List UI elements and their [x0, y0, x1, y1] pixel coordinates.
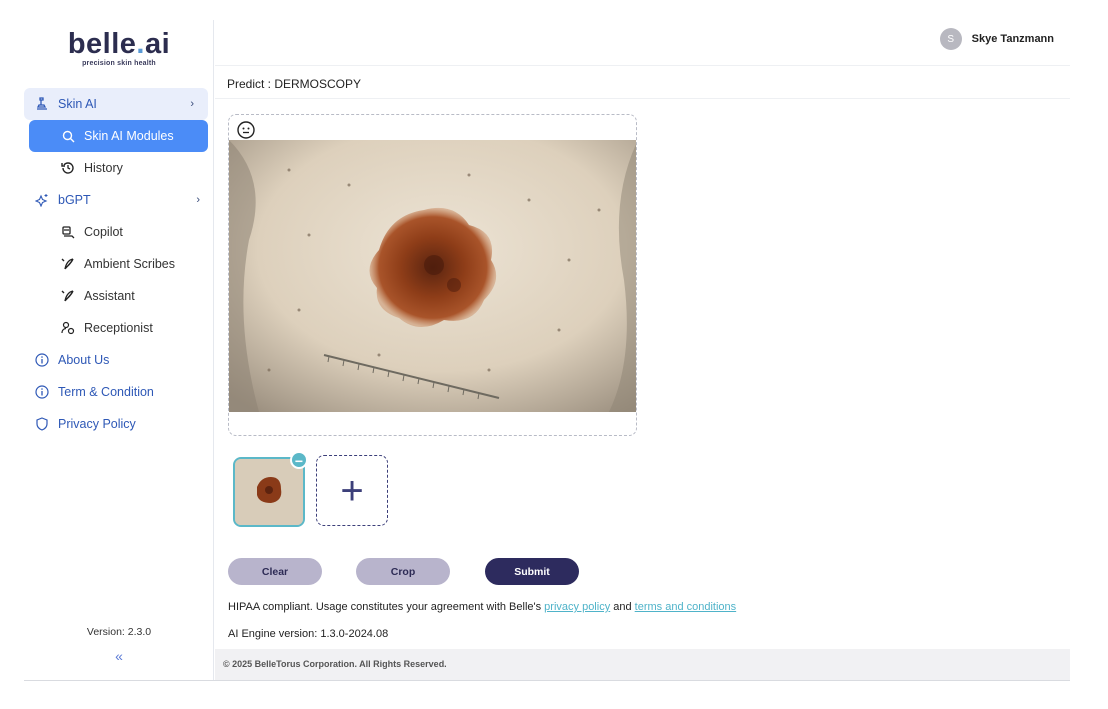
sidebar-item-label: Skin AI Modules: [84, 129, 174, 143]
engine-version: AI Engine version: 1.3.0-2024.08: [228, 628, 389, 640]
scribe-icon: [60, 256, 76, 272]
sidebar-item-label: bGPT: [58, 193, 91, 207]
search-icon: [60, 128, 76, 144]
user-name: Skye Tanzmann: [971, 33, 1054, 45]
info-icon: [34, 352, 50, 368]
remove-image-button[interactable]: −: [290, 451, 308, 469]
sidebar-item-skin-ai[interactable]: Skin AI ›: [24, 88, 208, 120]
avatar: S: [939, 28, 962, 50]
page-title: Predict : DERMOSCOPY: [227, 77, 362, 91]
top-bar: S Skye Tanzmann: [215, 20, 1070, 66]
sidebar-item-copilot[interactable]: Copilot: [24, 216, 214, 248]
face-scan-icon[interactable]: [235, 119, 257, 141]
logo-tagline: precision skin health: [82, 60, 156, 67]
sidebar-item-bgpt[interactable]: bGPT ›: [24, 184, 214, 216]
sidebar: belle.ai precision skin health Skin AI ›…: [24, 20, 214, 680]
sidebar-item-privacy-policy[interactable]: Privacy Policy: [24, 408, 214, 440]
plus-icon: +: [340, 468, 364, 513]
clear-button[interactable]: Clear: [228, 558, 322, 585]
image-preview-frame: [228, 114, 637, 436]
info-icon: [34, 384, 50, 400]
sidebar-item-label: History: [84, 161, 123, 175]
chevron-right-icon: ›: [196, 194, 200, 206]
user-menu[interactable]: S Skye Tanzmann: [939, 28, 1054, 50]
history-icon: [60, 160, 76, 176]
sidebar-item-about-us[interactable]: About Us: [24, 344, 214, 376]
collapse-sidebar-button[interactable]: «: [24, 648, 214, 664]
logo[interactable]: belle.ai precision skin health: [24, 28, 214, 67]
sidebar-item-history[interactable]: History: [24, 152, 214, 184]
hipaa-notice: HIPAA compliant. Usage constitutes your …: [228, 601, 737, 613]
assistant-icon: [60, 288, 76, 304]
sidebar-item-term-condition[interactable]: Term & Condition: [24, 376, 214, 408]
sidebar-item-label: Privacy Policy: [58, 417, 136, 431]
sidebar-item-skin-ai-modules[interactable]: Skin AI Modules: [29, 120, 208, 152]
thumbnail-image: [235, 459, 303, 525]
sidebar-item-label: Skin AI: [58, 97, 97, 111]
chevron-right-icon: ›: [190, 98, 194, 110]
dermoscopy-image: [229, 140, 636, 412]
crop-button[interactable]: Crop: [356, 558, 450, 585]
sidebar-item-ambient-scribes[interactable]: Ambient Scribes: [24, 248, 214, 280]
sidebar-item-label: Ambient Scribes: [84, 257, 176, 271]
main-content: S Skye Tanzmann Predict : DERMOSCOPY − +…: [215, 20, 1070, 680]
app-version: Version: 2.3.0: [86, 626, 152, 638]
add-image-button[interactable]: +: [316, 455, 388, 526]
copilot-icon: [60, 224, 76, 240]
sidebar-item-label: Term & Condition: [58, 385, 154, 399]
terms-and-conditions-link[interactable]: terms and conditions: [635, 601, 737, 613]
sidebar-item-label: Receptionist: [84, 321, 153, 335]
footer: © 2025 BelleTorus Corporation. All Right…: [215, 649, 1070, 680]
sidebar-item-receptionist[interactable]: Receptionist: [24, 312, 214, 344]
sidebar-item-label: Assistant: [84, 289, 135, 303]
app-root: belle.ai precision skin health Skin AI ›…: [0, 0, 1108, 709]
privacy-policy-link[interactable]: privacy policy: [544, 601, 610, 613]
copyright-text: © 2025 BelleTorus Corporation. All Right…: [223, 659, 447, 669]
microscope-icon: [34, 96, 50, 112]
sparkle-icon: [34, 192, 50, 208]
sidebar-nav: Skin AI › Skin AI Modules History bGPT ›…: [24, 88, 214, 440]
submit-button[interactable]: Submit: [485, 558, 579, 585]
shield-icon: [34, 416, 50, 432]
logo-wordmark: belle.ai: [67, 28, 171, 60]
sidebar-item-assistant[interactable]: Assistant: [24, 280, 214, 312]
receptionist-icon: [60, 320, 76, 336]
divider: [24, 680, 1070, 681]
sidebar-item-label: About Us: [58, 353, 110, 367]
sidebar-item-label: Copilot: [84, 225, 123, 239]
predict-header: Predict : DERMOSCOPY: [215, 67, 1070, 99]
